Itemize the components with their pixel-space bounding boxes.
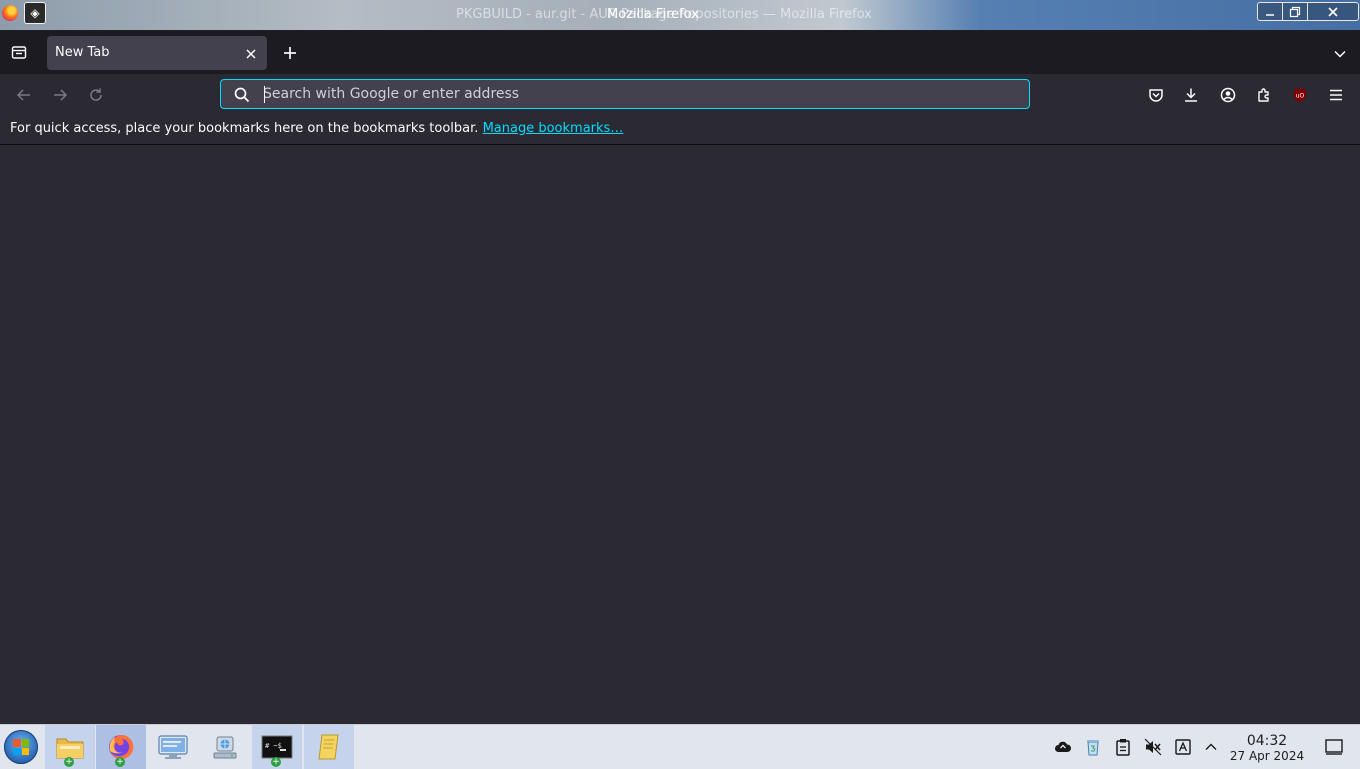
- application-menu-button[interactable]: [1326, 85, 1346, 105]
- new-tab-button[interactable]: [280, 43, 300, 63]
- firefox-app-icon[interactable]: [2, 5, 18, 21]
- close-icon: [246, 49, 256, 59]
- bookmarks-message-text: For quick access, place your bookmarks h…: [10, 121, 479, 136]
- search-icon: [234, 87, 250, 103]
- tray-recycle-button[interactable]: [1083, 737, 1103, 757]
- clock-date: 27 Apr 2024: [1229, 749, 1305, 763]
- navigation-toolbar: uO: [0, 74, 1360, 116]
- clock-time: 04:32: [1246, 733, 1288, 749]
- close-tab-button[interactable]: [243, 46, 259, 62]
- clock[interactable]: 04:32 27 Apr 2024: [1226, 733, 1308, 763]
- taskbar-terminal[interactable]: # ~$ +: [252, 725, 302, 769]
- minimize-button[interactable]: [1257, 2, 1283, 21]
- window-titlebar[interactable]: ◈ PKGBUILD - aur.git - AUR Package Repos…: [0, 0, 1360, 31]
- account-button[interactable]: [1218, 85, 1238, 105]
- restore-button[interactable]: [1282, 2, 1308, 21]
- back-button[interactable]: [14, 85, 34, 105]
- extensions-button[interactable]: [1254, 85, 1274, 105]
- downloads-icon: [1185, 88, 1197, 102]
- minimize-icon: [1266, 13, 1274, 16]
- svg-text:uO: uO: [1296, 93, 1305, 100]
- add-badge-icon: +: [64, 757, 74, 767]
- show-desktop-icon: [1325, 739, 1343, 755]
- start-menu-button[interactable]: [4, 730, 38, 764]
- pocket-icon: [1149, 89, 1163, 102]
- bookmarks-toolbar: For quick access, place your bookmarks h…: [0, 116, 1360, 145]
- ublock-origin-icon: uO: [1294, 88, 1306, 102]
- menu-icon: [1330, 89, 1342, 101]
- reload-button[interactable]: [86, 85, 106, 105]
- tab-label: New Tab: [55, 45, 110, 60]
- taskbar-notes[interactable]: [304, 725, 354, 769]
- input-method-icon: [1175, 739, 1191, 755]
- svg-text:# ~$: # ~$: [265, 742, 282, 750]
- forward-button[interactable]: [50, 85, 70, 105]
- ublock-origin-button[interactable]: uO: [1290, 85, 1310, 105]
- tab-new-tab[interactable]: New Tab: [47, 36, 267, 70]
- downloads-button[interactable]: [1181, 85, 1201, 105]
- tray-expand-button[interactable]: [1201, 737, 1221, 757]
- window-title: Mozilla Firefox: [607, 7, 699, 22]
- chevron-down-icon: [1334, 50, 1346, 58]
- tray-cloud-button[interactable]: [1053, 737, 1073, 757]
- taskbar-system-monitor[interactable]: [148, 725, 198, 769]
- taskbar: + + # ~$ + 04:32 27 Apr 2024: [0, 724, 1360, 769]
- notes-icon: [318, 734, 339, 760]
- clipboard-icon: [1116, 739, 1130, 756]
- taskbar-firefox[interactable]: +: [96, 725, 146, 769]
- keep-above-icon[interactable]: ◈: [24, 2, 46, 24]
- text-caret: [264, 86, 265, 103]
- add-badge-icon: +: [115, 757, 125, 767]
- start-logo-icon: [13, 739, 29, 755]
- tray-volume-button[interactable]: [1143, 737, 1163, 757]
- pocket-button[interactable]: [1146, 85, 1166, 105]
- plus-icon: [284, 47, 296, 59]
- reload-icon: [90, 88, 102, 101]
- page-content-area[interactable]: [0, 145, 1360, 724]
- close-window-button[interactable]: [1307, 2, 1359, 21]
- firefox-view-icon: [11, 46, 27, 59]
- account-icon: [1220, 87, 1236, 103]
- tray-expand-icon: [1205, 743, 1217, 750]
- extensions-icon: [1258, 88, 1269, 102]
- bookmarks-empty-message: For quick access, place your bookmarks h…: [10, 121, 623, 136]
- close-icon: [1328, 6, 1338, 17]
- show-desktop-button[interactable]: [1324, 737, 1344, 757]
- taskbar-network-drive[interactable]: [200, 725, 250, 769]
- address-input[interactable]: [263, 83, 1013, 105]
- address-bar[interactable]: [220, 79, 1030, 109]
- tray-input-method-button[interactable]: [1173, 737, 1193, 757]
- muted-speaker-icon: [1144, 738, 1162, 756]
- manage-bookmarks-link[interactable]: Manage bookmarks…: [483, 121, 624, 136]
- tab-strip: New Tab: [0, 31, 1360, 74]
- taskbar-file-manager[interactable]: +: [45, 725, 95, 769]
- firefox-view-button[interactable]: [9, 42, 29, 62]
- tray-clipboard-button[interactable]: [1113, 737, 1133, 757]
- cloud-icon: [1055, 741, 1072, 752]
- network-drive-icon: [213, 736, 237, 759]
- back-arrow-icon: [16, 89, 30, 101]
- system-monitor-icon: [158, 735, 188, 759]
- list-all-tabs-button[interactable]: [1330, 44, 1350, 64]
- forward-arrow-icon: [54, 89, 68, 101]
- add-badge-icon: +: [271, 757, 281, 767]
- recycle-icon: [1087, 740, 1099, 756]
- restore-icon: [1289, 6, 1301, 17]
